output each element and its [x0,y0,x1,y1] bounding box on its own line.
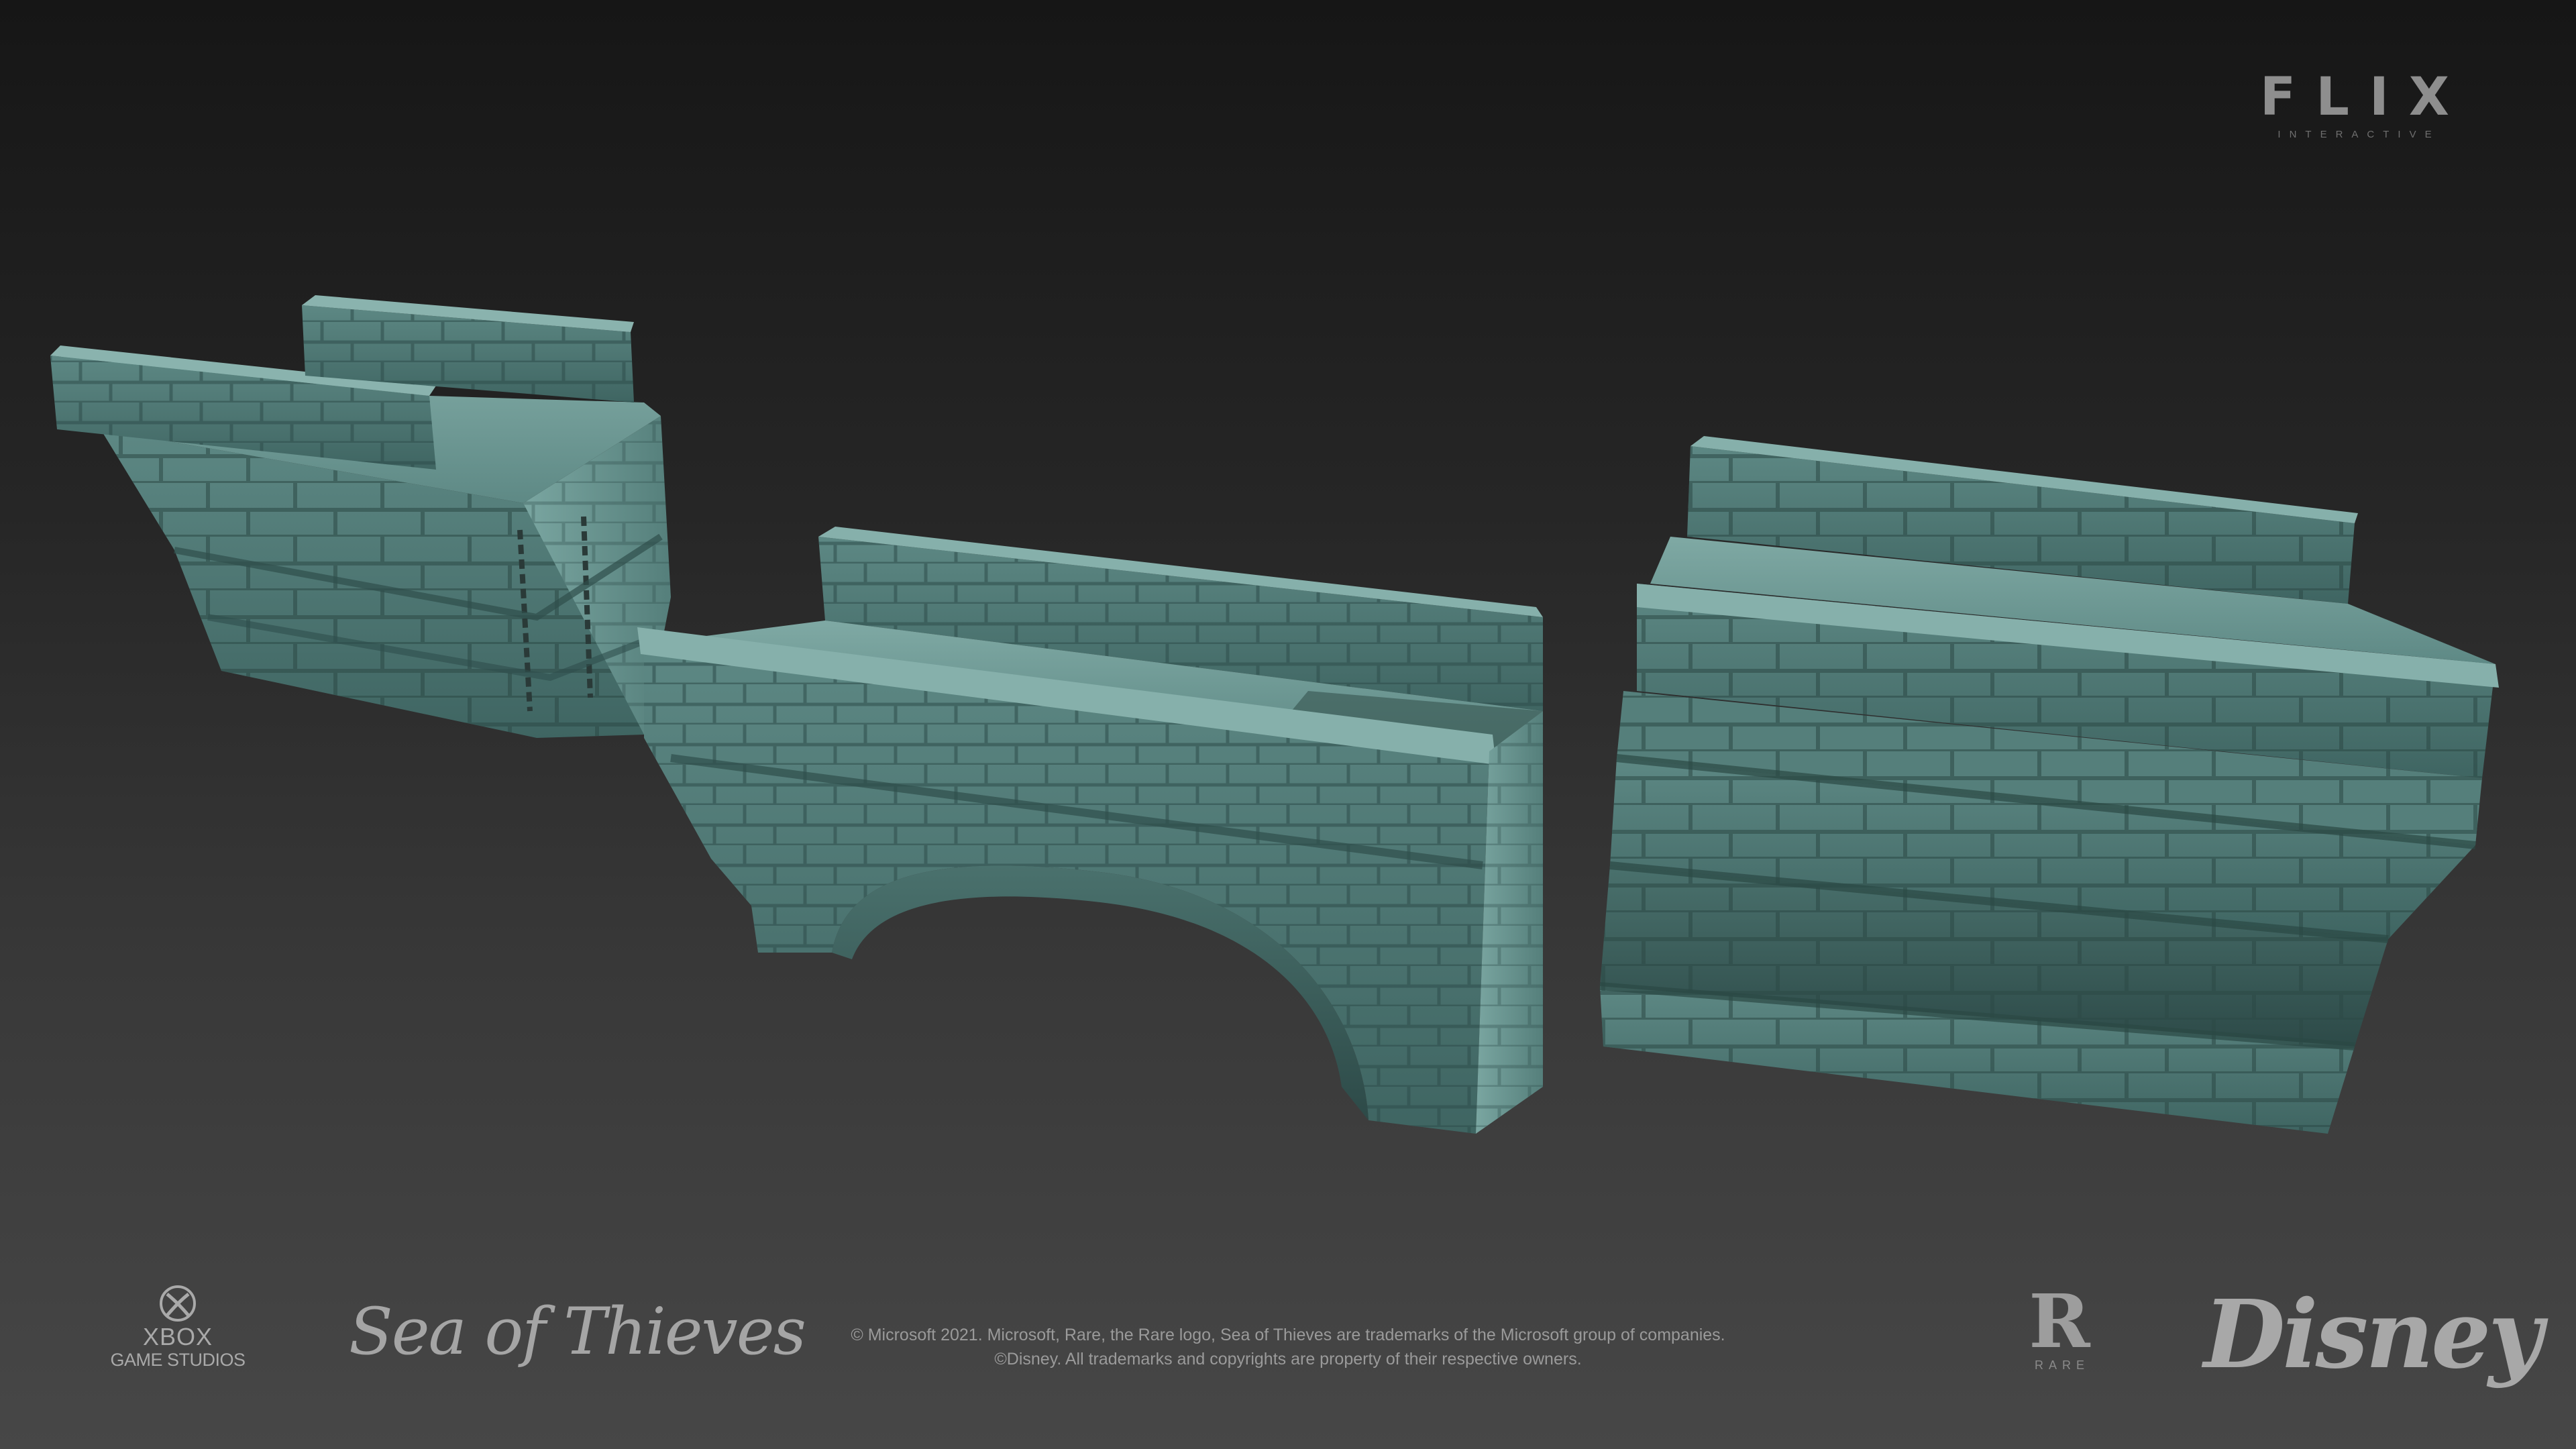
stone-segment-left [50,295,671,738]
flix-interactive-logo: FLIX INTERACTIVE [2234,67,2475,148]
disney-logo-text: Disney [2204,1280,2543,1390]
rare-logo: R RARE [2019,1285,2100,1379]
legal-line-microsoft: © Microsoft 2021. Microsoft, Rare, the R… [851,1326,1725,1344]
rare-logo-letter: R [2029,1278,2090,1364]
sea-of-thieves-logo-text: Sea of Thieves [349,1294,806,1369]
xbox-logo-line1: XBOX [142,1323,213,1350]
xbox-game-studios-logo: XBOX GAME STUDIOS [101,1285,255,1379]
render-scene [50,295,2499,1134]
legal-line-disney: ©Disney. All trademarks and copyrights a… [994,1350,1582,1368]
disney-logo: Disney [2204,1278,2543,1399]
flix-logo-text: FLIX [2259,67,2470,127]
xbox-sphere-icon [160,1285,196,1322]
stone-segment-right [1599,436,2499,1134]
stone-segment-center [637,527,1543,1134]
legal-notice: © Microsoft 2021. Microsoft, Rare, the R… [751,1323,1825,1371]
flix-logo-subtext: INTERACTIVE [2277,129,2440,140]
xbox-logo-line2: GAME STUDIOS [110,1350,246,1370]
sea-of-thieves-logo: Sea of Thieves [349,1281,806,1389]
